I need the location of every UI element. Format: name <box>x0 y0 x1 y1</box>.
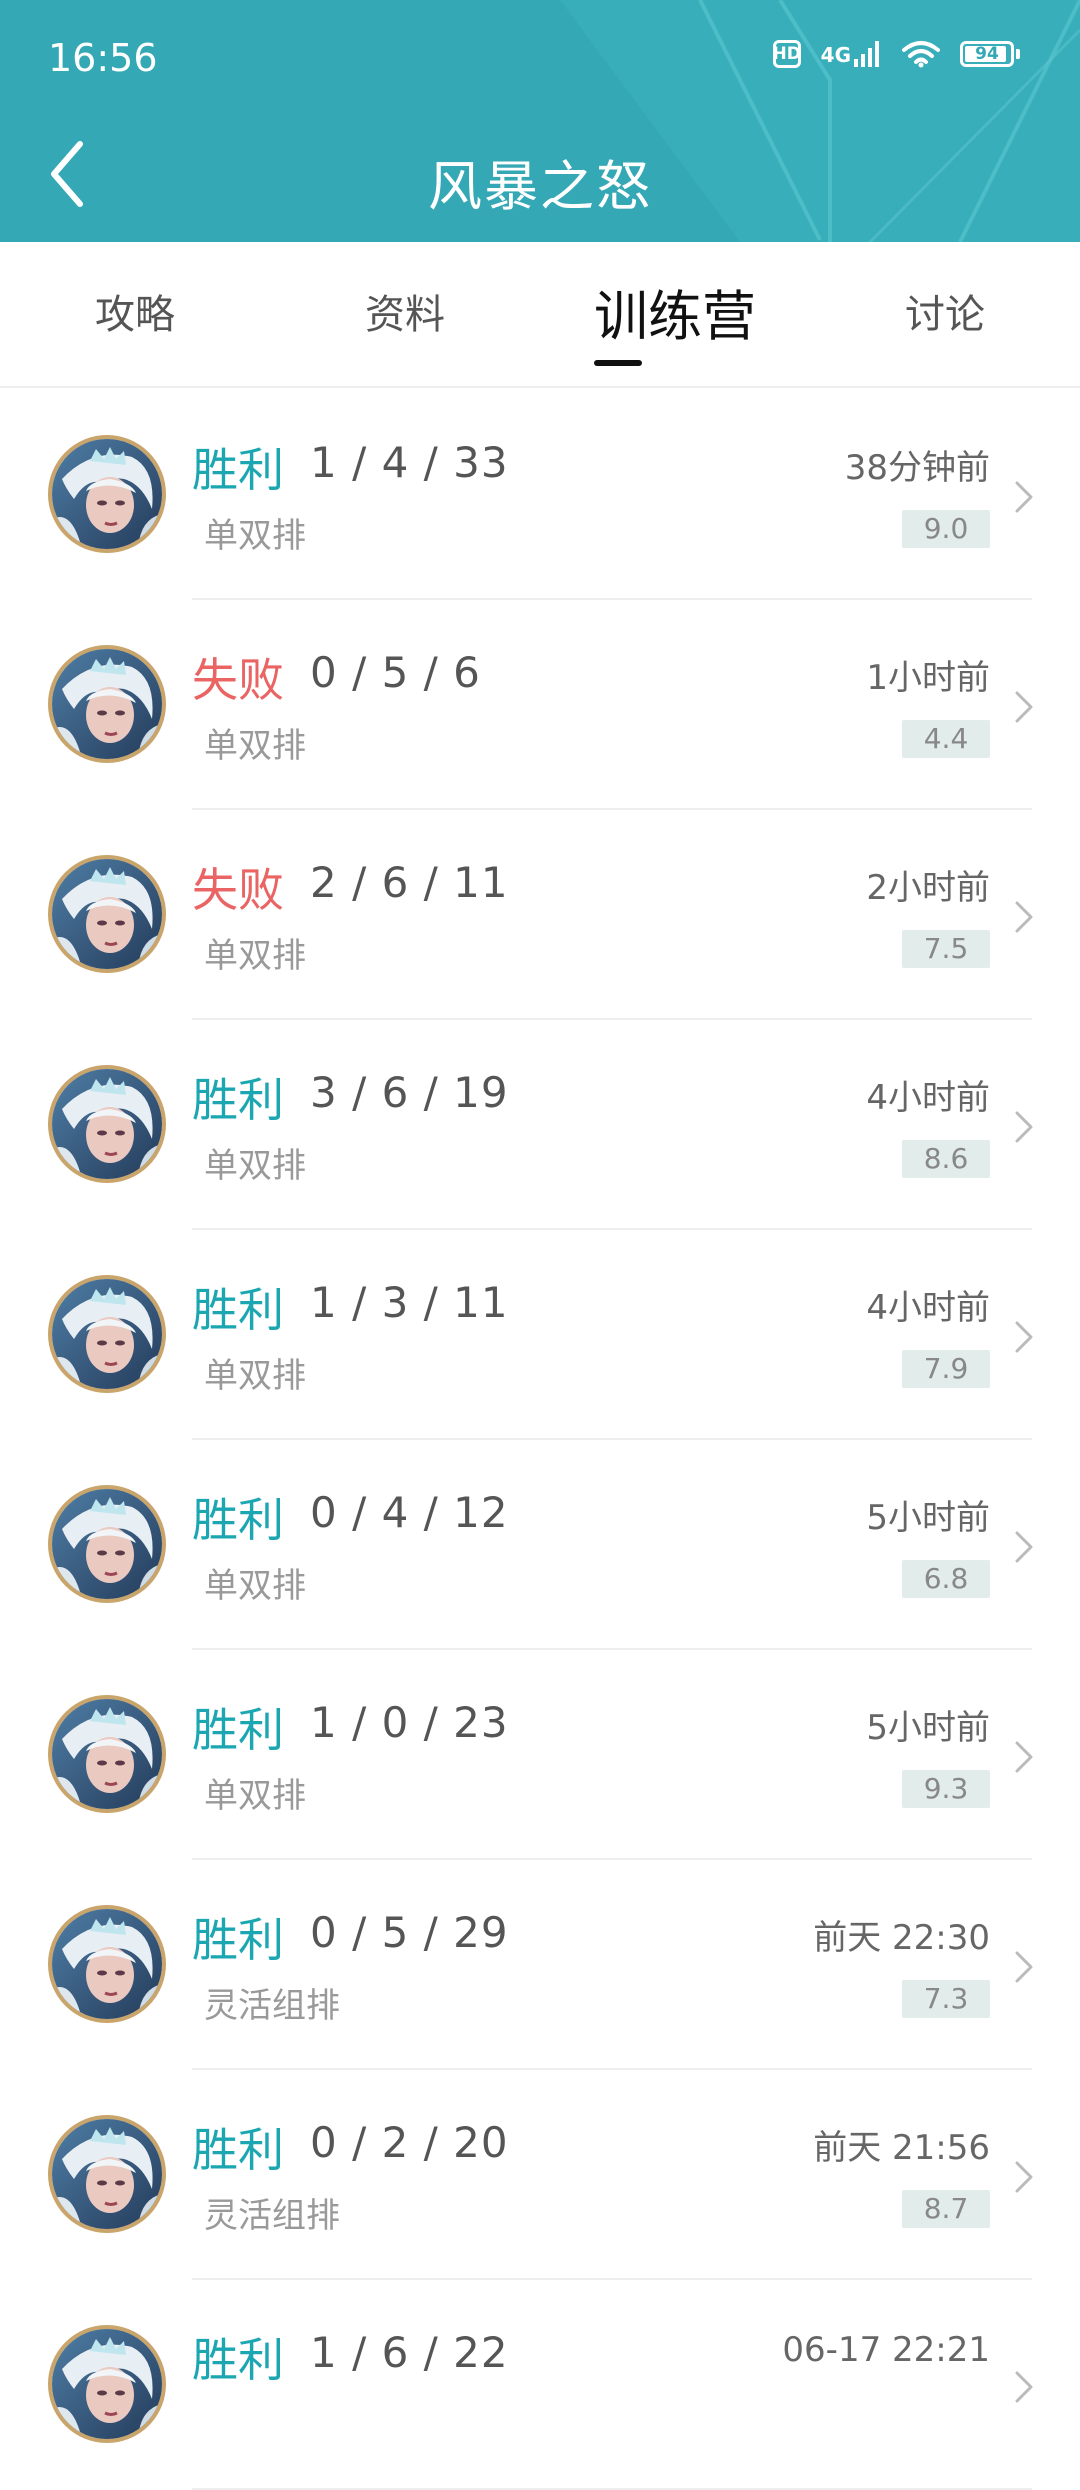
match-score-badge: 8.7 <box>902 2190 990 2228</box>
match-row[interactable]: 胜利 0 / 2 / 20 灵活组排 前天 21:56 8.7 <box>0 2070 1080 2280</box>
chevron-right-icon <box>1015 2371 1033 2403</box>
chevron-right-icon <box>1015 1321 1033 1353</box>
tab-training-camp[interactable]: 训练营 <box>540 272 810 351</box>
match-score-badge: 7.9 <box>902 1350 990 1388</box>
active-tab-indicator <box>594 360 642 366</box>
match-time: 38分钟前 <box>844 448 990 488</box>
match-kda: 1 / 6 / 22 <box>310 2328 509 2377</box>
match-score-badge: 6.8 <box>902 1560 990 1598</box>
chevron-right-icon <box>1015 1111 1033 1143</box>
match-mode: 灵活组排 <box>204 1986 340 2026</box>
match-score-badge: 7.3 <box>902 1980 990 2018</box>
match-kda: 1 / 4 / 33 <box>310 438 509 487</box>
match-score-badge: 9.3 <box>902 1770 990 1808</box>
match-kda: 3 / 6 / 19 <box>310 1068 509 1117</box>
hero-avatar <box>48 1065 166 1183</box>
match-result: 胜利 <box>192 1073 284 1127</box>
hero-avatar <box>48 2115 166 2233</box>
match-row[interactable]: 失败 2 / 6 / 11 单双排 2小时前 7.5 <box>0 810 1080 1020</box>
page-title: 风暴之怒 <box>428 155 652 218</box>
hero-avatar <box>48 645 166 763</box>
match-mode: 单双排 <box>204 1356 306 1396</box>
match-time: 5小时前 <box>866 1498 990 1538</box>
tab-guide[interactable]: 攻略 <box>0 282 270 340</box>
match-kda: 0 / 5 / 29 <box>310 1908 509 1957</box>
tab-info[interactable]: 资料 <box>270 282 540 340</box>
match-time: 2小时前 <box>866 868 990 908</box>
match-time: 5小时前 <box>866 1708 990 1748</box>
status-time: 16:56 <box>48 36 158 80</box>
tab-bar: 攻略 资料 训练营 讨论 <box>0 242 1080 388</box>
match-mode: 单双排 <box>204 1776 306 1816</box>
match-result: 胜利 <box>192 1913 284 1967</box>
hero-avatar <box>48 855 166 973</box>
match-row[interactable]: 胜利 0 / 5 / 29 灵活组排 前天 22:30 7.3 <box>0 1860 1080 2070</box>
match-row[interactable]: 失败 0 / 5 / 6 单双排 1小时前 4.4 <box>0 600 1080 810</box>
match-history-list: 胜利 1 / 4 / 33 单双排 38分钟前 9.0 失败 0 / 5 / 6… <box>0 390 1080 2490</box>
match-mode: 灵活组排 <box>204 2196 340 2236</box>
match-mode: 单双排 <box>204 1566 306 1606</box>
wifi-icon <box>902 41 940 68</box>
match-row[interactable]: 胜利 1 / 6 / 22 06-17 22:21 <box>0 2280 1080 2490</box>
match-time: 4小时前 <box>866 1288 990 1328</box>
match-time: 06-17 22:21 <box>782 2330 990 2370</box>
battery-level: 94 <box>975 44 999 64</box>
hero-avatar <box>48 1485 166 1603</box>
match-row[interactable]: 胜利 3 / 6 / 19 单双排 4小时前 8.6 <box>0 1020 1080 1230</box>
match-mode: 单双排 <box>204 516 306 556</box>
match-row[interactable]: 胜利 1 / 3 / 11 单双排 4小时前 7.9 <box>0 1230 1080 1440</box>
signal-icon: 4G <box>821 41 882 67</box>
hero-avatar <box>48 1275 166 1393</box>
match-result: 胜利 <box>192 1493 284 1547</box>
battery-icon: 94 <box>960 41 1020 67</box>
match-kda: 0 / 4 / 12 <box>310 1488 509 1537</box>
match-time: 4小时前 <box>866 1078 990 1118</box>
match-time: 前天 21:56 <box>813 2128 990 2168</box>
tab-discussion[interactable]: 讨论 <box>810 282 1080 340</box>
match-kda: 1 / 3 / 11 <box>310 1278 509 1327</box>
match-mode: 单双排 <box>204 726 306 766</box>
match-result: 胜利 <box>192 1703 284 1757</box>
match-result: 胜利 <box>192 2123 284 2177</box>
app-header: 16:56 HD 4G 94 风暴之怒 <box>0 0 1080 242</box>
chevron-right-icon <box>1015 2161 1033 2193</box>
match-result: 胜利 <box>192 443 284 497</box>
status-icons: HD 4G 94 <box>772 40 1020 68</box>
match-kda: 2 / 6 / 11 <box>310 858 509 907</box>
match-time: 前天 22:30 <box>813 1918 990 1958</box>
match-score-badge: 8.6 <box>902 1140 990 1178</box>
hd-icon: HD <box>772 40 801 68</box>
chevron-right-icon <box>1015 691 1033 723</box>
hero-avatar <box>48 1695 166 1813</box>
hero-avatar <box>48 2325 166 2443</box>
match-kda: 0 / 5 / 6 <box>310 648 481 697</box>
hero-avatar <box>48 1905 166 2023</box>
match-score-badge: 4.4 <box>902 720 990 758</box>
match-row[interactable]: 胜利 0 / 4 / 12 单双排 5小时前 6.8 <box>0 1440 1080 1650</box>
chevron-right-icon <box>1015 481 1033 513</box>
chevron-right-icon <box>1015 1741 1033 1773</box>
match-result: 胜利 <box>192 1283 284 1337</box>
chevron-right-icon <box>1015 901 1033 933</box>
match-time: 1小时前 <box>866 658 990 698</box>
chevron-right-icon <box>1015 1531 1033 1563</box>
match-row[interactable]: 胜利 1 / 4 / 33 单双排 38分钟前 9.0 <box>0 390 1080 600</box>
match-kda: 0 / 2 / 20 <box>310 2118 509 2167</box>
match-kda: 1 / 0 / 23 <box>310 1698 509 1747</box>
match-score-badge: 7.5 <box>902 930 990 968</box>
network-label: 4G <box>820 43 851 67</box>
hero-avatar <box>48 435 166 553</box>
match-result: 胜利 <box>192 2333 284 2387</box>
match-mode: 单双排 <box>204 936 306 976</box>
chevron-right-icon <box>1015 1951 1033 1983</box>
match-score-badge: 9.0 <box>902 510 990 548</box>
match-result: 失败 <box>192 863 284 917</box>
match-result: 失败 <box>192 653 284 707</box>
match-mode: 单双排 <box>204 1146 306 1186</box>
match-row[interactable]: 胜利 1 / 0 / 23 单双排 5小时前 9.3 <box>0 1650 1080 1860</box>
